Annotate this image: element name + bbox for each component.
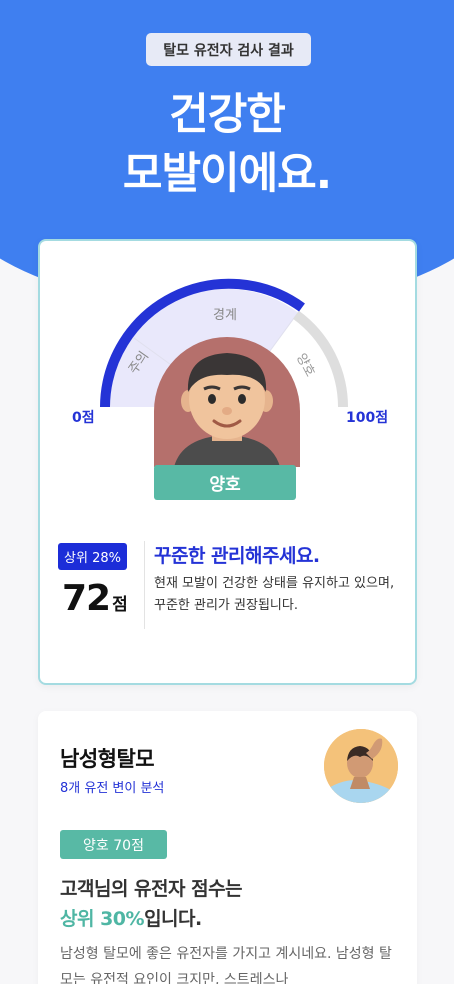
male-pattern-status-badge: 양호 70점 xyxy=(60,830,167,859)
score-unit: 점 xyxy=(112,595,128,615)
score-number: 72 xyxy=(62,578,111,619)
gauge-zone-label-3: 양호 xyxy=(293,351,317,379)
status-badge: 양호 xyxy=(154,465,296,500)
male-pattern-card: 남성형탈모 8개 유전 변이 분석 양호 70점 고객님의 유전자 점수는 상위… xyxy=(38,711,417,984)
gene-score-rank: 상위 30% xyxy=(60,908,145,930)
result-tag: 탈모 유전자 검사 결과 xyxy=(146,33,311,66)
gauge-max-label: 100점 xyxy=(346,410,389,426)
score-value: 72 점 xyxy=(62,578,128,619)
section-title: 남성형탈모 xyxy=(60,747,155,771)
gene-score-suffix: 입니다. xyxy=(144,908,202,930)
advice-body: 현재 모발이 건강한 상태를 유지하고 있으며, 꾸준한 관리가 권장됩니다. xyxy=(154,576,395,613)
male-pattern-description: 남성형 탈모에 좋은 유전자를 가지고 계시네요. 남성형 탈모는 유전적 요인… xyxy=(60,946,392,984)
title-line-1: 건강한 xyxy=(169,90,286,140)
gauge-zone-label-2: 경계 xyxy=(213,308,237,323)
rank-badge: 상위 28% xyxy=(58,543,127,570)
title-line-2: 모발이에요. xyxy=(122,149,332,199)
advice-title: 꾸준한 관리해주세요. xyxy=(154,545,320,567)
score-card: 주의 경계 양호 0점 100점 양호 상위 28% 72 점 꾸준한 관리해주세… xyxy=(38,239,417,685)
gene-score-line-2: 상위 30%입니다. xyxy=(60,904,202,931)
gene-score-line-1: 고객님의 유전자 점수는 xyxy=(60,878,243,900)
gauge-min-label: 0점 xyxy=(72,410,95,426)
hair-loss-illustration xyxy=(324,729,398,803)
vertical-divider xyxy=(144,541,145,629)
section-subtitle: 8개 유전 변이 분석 xyxy=(60,781,165,796)
page-title: 건강한 모발이에요. xyxy=(0,86,454,204)
